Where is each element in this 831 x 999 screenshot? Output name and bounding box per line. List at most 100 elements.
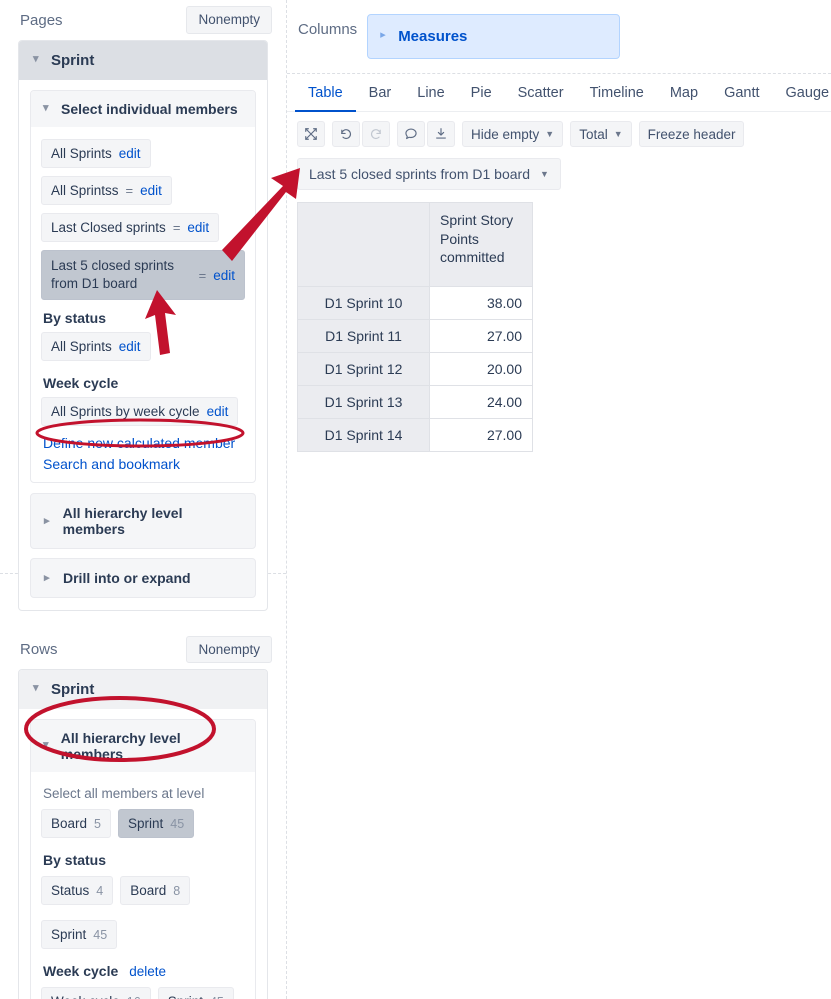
chip-label: Board (130, 883, 167, 899)
rows-panel-title: Rows (20, 640, 58, 658)
row-value-cell: 27.00 (429, 418, 533, 452)
member-chip-by-status-all-sprints[interactable]: All Sprints edit (41, 332, 151, 362)
define-new-calculated-member-link[interactable]: Define new calculated member (43, 435, 245, 451)
comment-icon[interactable] (397, 121, 425, 147)
chevron-right-icon: ▸ (44, 514, 50, 527)
week-cycle-chip-row: Week cycle 16 Sprint 45 (41, 983, 245, 999)
chip-count: 45 (170, 816, 185, 831)
tab-line[interactable]: Line (404, 74, 457, 112)
measures-box[interactable]: ▸ Measures (367, 14, 621, 59)
member-select-dropdown[interactable]: Last 5 closed sprints from D1 board ▼ (297, 158, 561, 190)
chip-label: All Sprints (51, 339, 112, 355)
chevron-down-icon: ▼ (613, 129, 623, 139)
by-status-chip-status[interactable]: Status 4 (41, 876, 114, 906)
rows-nonempty-button[interactable]: Nonempty (186, 635, 272, 664)
columns-panel-header: Columns ▸ Measures (287, 0, 831, 59)
table-row[interactable]: D1 Sprint 13 24.00 (297, 385, 533, 419)
week-cycle-chip-week-cycle[interactable]: Week cycle 16 (41, 987, 151, 999)
download-icon[interactable] (427, 121, 455, 147)
select-all-members-at-level-label: Select all members at level (43, 786, 205, 802)
table-header-row: Sprint Story Points committed (297, 202, 533, 287)
chevron-down-icon: ▼ (540, 169, 549, 179)
chip-label: All Sprintss (51, 183, 119, 198)
member-select-value: Last 5 closed sprints from D1 board (309, 166, 530, 182)
app-root: Pages Nonempty ▾ Sprint ▾ Select individ… (0, 0, 831, 999)
table-row[interactable]: D1 Sprint 14 27.00 (297, 418, 533, 452)
row-header-cell: D1 Sprint 10 (297, 286, 430, 320)
by-status-chip-sprint[interactable]: Sprint 45 (41, 920, 118, 950)
chip-label: Sprint (168, 994, 203, 999)
tab-map[interactable]: Map (657, 74, 711, 112)
rows-panel-header: Rows Nonempty (0, 629, 286, 669)
measures-label: Measures (398, 28, 468, 45)
collapsed-row-label: Drill into or expand (63, 570, 191, 587)
row-header-cell: D1 Sprint 14 (297, 418, 430, 452)
tab-table[interactable]: Table (295, 74, 356, 112)
by-status-chip-board[interactable]: Board 8 (120, 876, 191, 906)
pages-panel-header: Pages Nonempty (0, 0, 286, 40)
tab-scatter[interactable]: Scatter (505, 74, 577, 112)
all-hierarchy-level-members-body: Select all members at level Board 5 Spri… (31, 772, 255, 999)
chip-count: 8 (173, 883, 181, 898)
pages-drill-into-or-expand-row[interactable]: ▸ Drill into or expand (30, 558, 256, 599)
search-and-bookmark-link[interactable]: Search and bookmark (43, 456, 245, 472)
table-row[interactable]: D1 Sprint 11 27.00 (297, 319, 533, 353)
hide-empty-button[interactable]: Hide empty ▼ (462, 121, 564, 147)
chip-edit-link[interactable]: edit (207, 404, 229, 419)
pivot-table: Sprint Story Points committed D1 Sprint … (297, 202, 533, 452)
select-individual-members-body: All Sprints edit All Sprintss = edit Las… (31, 127, 255, 482)
member-chip-all-sprintss[interactable]: All Sprintss = edit (41, 176, 172, 205)
rows-sprint-section-header[interactable]: ▾ Sprint (19, 670, 267, 710)
pages-sprint-section-header[interactable]: ▾ Sprint (19, 41, 267, 80)
row-header-cell: D1 Sprint 13 (297, 385, 430, 419)
rows-week-cycle-label: Week cycle delete (43, 963, 167, 980)
chip-edit-link[interactable]: edit (140, 183, 162, 198)
rows-by-status-label: By status (43, 852, 107, 869)
chip-edit-link[interactable]: edit (213, 268, 235, 283)
member-chip-last-5-closed-sprints-d1[interactable]: Last 5 closed sprints from D1 board = ed… (41, 250, 245, 301)
level-chip-sprint[interactable]: Sprint 45 (117, 809, 195, 839)
table-row[interactable]: D1 Sprint 10 38.00 (297, 286, 533, 320)
tab-gauge[interactable]: Gauge (773, 74, 831, 112)
total-button[interactable]: Total ▼ (570, 121, 632, 147)
select-individual-members-card: ▾ Select individual members All Sprints … (30, 90, 256, 484)
week-cycle-chip-sprint[interactable]: Sprint 45 (157, 987, 234, 999)
pages-nonempty-button[interactable]: Nonempty (186, 6, 272, 34)
chevron-down-icon: ▼ (545, 129, 555, 139)
member-chip-last-closed-sprints[interactable]: Last Closed sprints = edit (41, 213, 220, 242)
member-chip-all-sprints-by-week-cycle[interactable]: All Sprints by week cycle edit (41, 397, 239, 427)
tab-gantt[interactable]: Gantt (711, 74, 772, 112)
left-column: Pages Nonempty ▾ Sprint ▾ Select individ… (0, 0, 286, 999)
chip-edit-link[interactable]: edit (187, 220, 209, 235)
undo-icon[interactable] (332, 121, 360, 147)
chevron-down-icon: ▾ (33, 682, 39, 695)
select-individual-members-header[interactable]: ▾ Select individual members (31, 91, 255, 127)
all-hierarchy-level-members-label: All hierarchy level members (60, 730, 181, 763)
week-cycle-delete-link[interactable]: delete (129, 964, 166, 979)
total-label: Total (579, 126, 608, 142)
chip-label: Week cycle (51, 994, 120, 999)
chip-label: Last 5 closed sprints from D1 board (51, 258, 175, 292)
collapsed-row-label: All hierarchy level members (62, 505, 183, 538)
by-status-chip-row: Status 4 Board 8 Sprint 45 (41, 872, 245, 953)
chevron-right-icon: ▸ (380, 29, 386, 41)
chip-count: 16 (127, 995, 141, 999)
tab-pie[interactable]: Pie (458, 74, 505, 112)
chip-edit-link[interactable]: edit (119, 339, 141, 354)
tab-bar[interactable]: Bar (356, 74, 405, 112)
pages-all-hierarchy-level-members-row[interactable]: ▸ All hierarchy level members (30, 493, 256, 550)
table-row[interactable]: D1 Sprint 12 20.00 (297, 352, 533, 386)
pages-week-cycle-label: Week cycle (43, 375, 119, 392)
all-hierarchy-level-members-header[interactable]: ▾ All hierarchy level members (31, 720, 255, 773)
pages-sprint-card: ▾ Sprint ▾ Select individual members All… (18, 40, 268, 612)
chip-equals-icon: = (125, 183, 134, 198)
tab-timeline[interactable]: Timeline (577, 74, 657, 112)
chip-edit-link[interactable]: edit (119, 146, 141, 161)
member-chip-all-sprints[interactable]: All Sprints edit (41, 139, 151, 168)
level-chip-board[interactable]: Board 5 (41, 809, 111, 839)
undo-redo-group (332, 121, 390, 147)
chip-count: 45 (210, 995, 224, 999)
freeze-header-button[interactable]: Freeze header (638, 121, 745, 147)
chip-count: 4 (96, 883, 104, 898)
expand-icon[interactable] (297, 121, 325, 147)
